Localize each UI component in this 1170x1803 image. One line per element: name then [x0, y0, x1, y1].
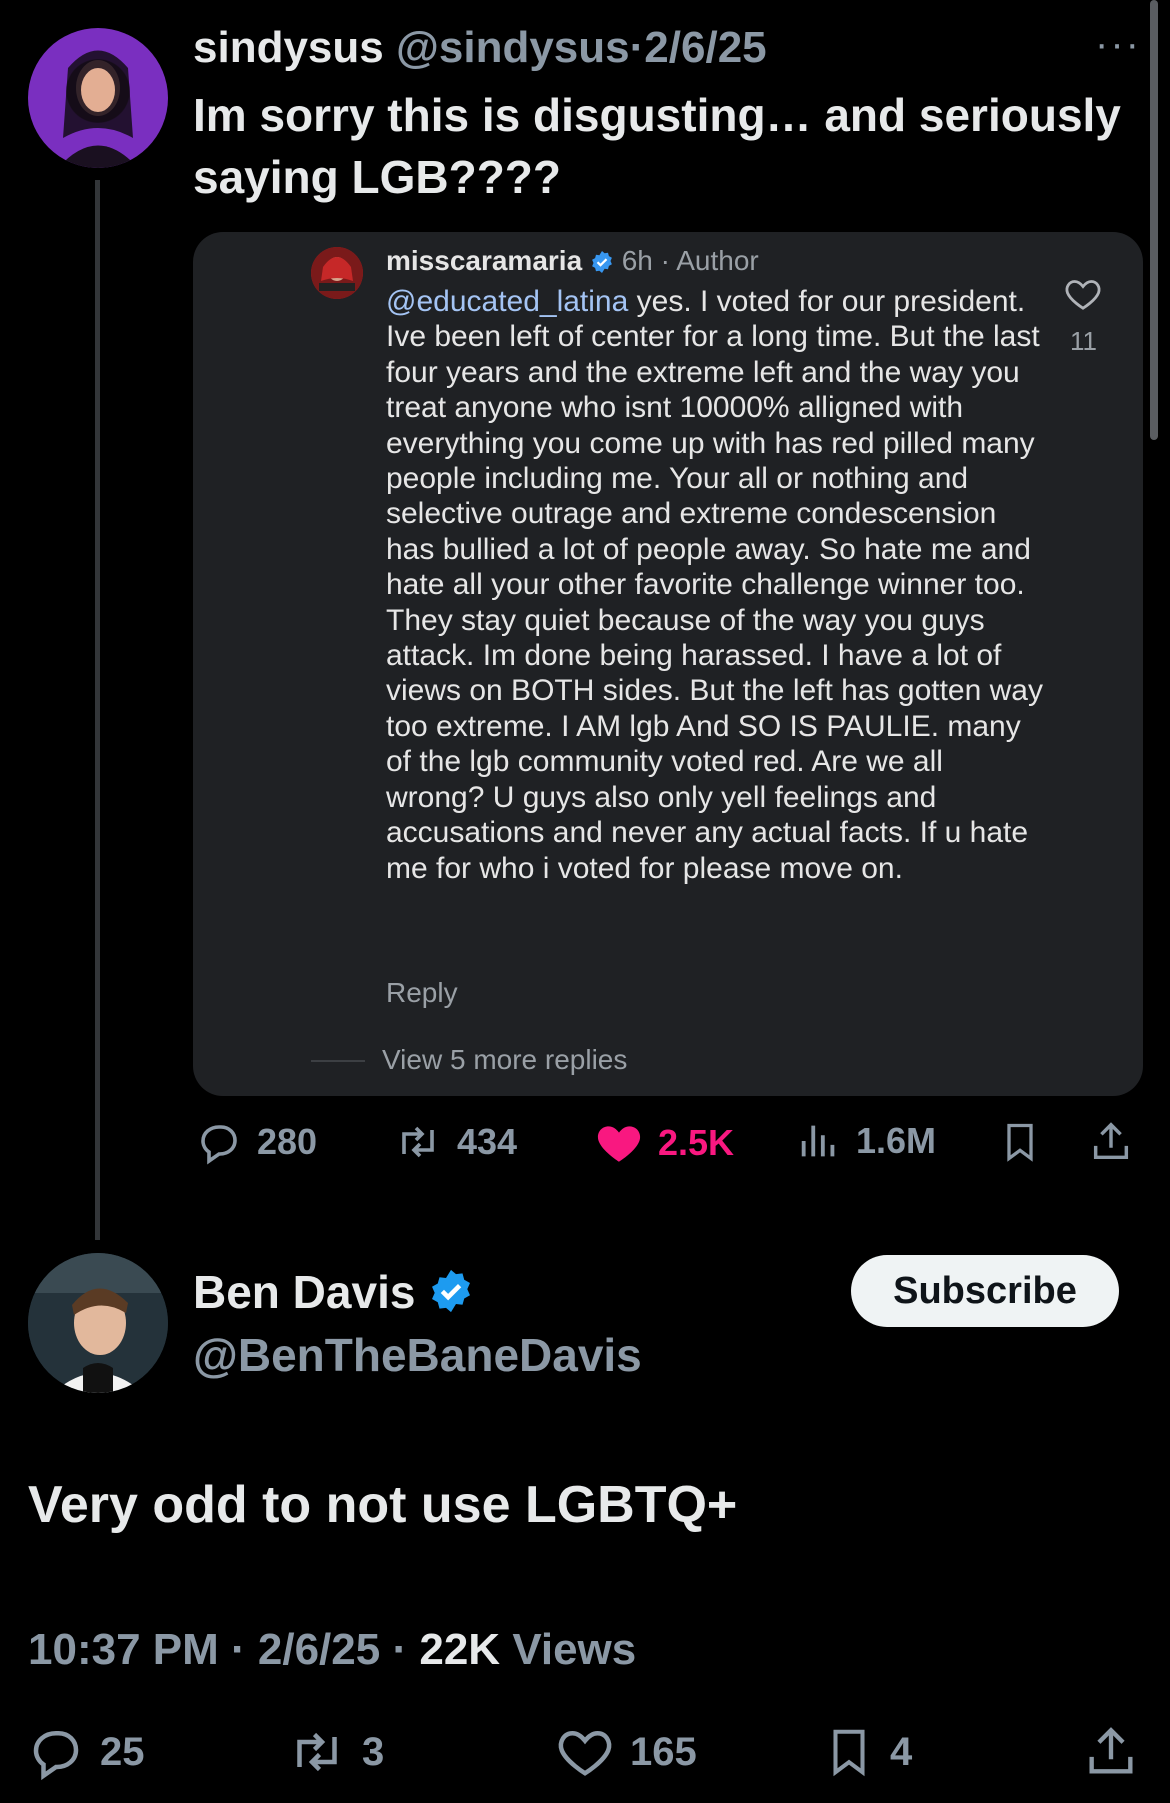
- tweet-date[interactable]: 2/6/25: [644, 23, 766, 72]
- reply-label: Reply: [386, 977, 458, 1008]
- bookmark-icon: [833, 1729, 865, 1777]
- tweet-text: Im sorry this is disgusting… and serious…: [193, 89, 1121, 203]
- reply-count: 25: [100, 1729, 145, 1774]
- comment-body: @educated_latina yes. I voted for our pr…: [386, 284, 1046, 886]
- bookmark-button[interactable]: [998, 1118, 1042, 1166]
- views-count: 22K: [419, 1625, 501, 1674]
- embedded-image[interactable]: misscaramaria 6h · Author @educated_lati…: [193, 232, 1143, 1096]
- more-options-icon[interactable]: ···: [1095, 22, 1141, 67]
- reply-button[interactable]: 280: [195, 1118, 317, 1166]
- reply-count: 280: [257, 1121, 318, 1162]
- like-count: 165: [630, 1729, 697, 1774]
- reply-icon: [201, 1125, 237, 1165]
- repost-icon: [297, 1732, 337, 1772]
- scrollbar[interactable]: [1150, 0, 1158, 440]
- comment-mention: @educated_latina: [386, 285, 629, 318]
- views-icon: [801, 1125, 835, 1157]
- verified-badge-icon: [432, 1269, 471, 1313]
- tweet-meta: 10:37 PM · 2/6/25 · 22K Views: [28, 1625, 636, 1675]
- repost-button[interactable]: 434: [393, 1118, 517, 1166]
- repost-count: 434: [457, 1121, 518, 1162]
- separator: ·: [392, 1625, 408, 1674]
- subscribe-button[interactable]: Subscribe: [851, 1255, 1119, 1327]
- views-label: Views: [512, 1625, 637, 1674]
- comment-time: 6h: [621, 245, 653, 276]
- share-button[interactable]: [1082, 1722, 1140, 1782]
- reply-button[interactable]: 25: [26, 1722, 145, 1782]
- handle[interactable]: @sindysus: [396, 23, 630, 72]
- heart-outline-icon: [558, 1730, 612, 1776]
- reply-icon: [33, 1731, 79, 1781]
- action-bar: 280 434 2.5K 1.6M: [0, 1118, 1170, 1176]
- author-handle[interactable]: @BenTheBaneDavis: [193, 1328, 642, 1382]
- role-separator: ·: [660, 245, 670, 276]
- view-more-replies: View 5 more replies: [382, 1044, 628, 1075]
- commenter-avatar: [311, 247, 363, 299]
- tweet-text: Very odd to not use LGBTQ+: [28, 1476, 738, 1534]
- like-button[interactable]: 2.5K: [594, 1118, 734, 1168]
- repost-icon: [402, 1126, 434, 1158]
- repost-button[interactable]: 3: [286, 1722, 384, 1782]
- bookmark-count: 4: [890, 1729, 913, 1774]
- display-name[interactable]: sindysus: [193, 23, 384, 72]
- views-button[interactable]: 1.6M: [796, 1118, 936, 1164]
- commenter-username: misscaramaria: [386, 245, 583, 276]
- like-button[interactable]: 165: [554, 1722, 697, 1782]
- divider: [311, 1060, 365, 1062]
- share-icon: [1089, 1727, 1133, 1774]
- tweet-header: sindysus @sindysus·2/6/25: [193, 22, 767, 74]
- commenter-header: misscaramaria 6h · Author: [386, 245, 759, 277]
- share-icon: [1093, 1122, 1129, 1160]
- verified-icon: [592, 251, 612, 273]
- avatar-ben-davis[interactable]: [28, 1253, 168, 1393]
- avatar-sindysus[interactable]: [28, 28, 168, 168]
- separator: ·: [629, 23, 645, 72]
- heart-outline-icon: [1065, 280, 1101, 310]
- action-bar-main: 25 3 165 4: [0, 1722, 1170, 1786]
- author-label: Author: [676, 245, 759, 276]
- bookmark-icon: [1007, 1123, 1033, 1162]
- views-count: 1.6M: [856, 1120, 937, 1161]
- thread-line: [95, 180, 100, 1240]
- display-name[interactable]: Ben Davis: [193, 1266, 415, 1318]
- author-header: Ben Davis: [193, 1265, 474, 1319]
- tweet-time[interactable]: 10:37 PM: [28, 1625, 219, 1674]
- repost-count: 3: [362, 1729, 385, 1774]
- like-count: 2.5K: [658, 1122, 735, 1163]
- share-button[interactable]: [1088, 1118, 1134, 1166]
- comment-text: yes. I voted for our president. Ive been…: [386, 285, 1043, 885]
- heart-filled-icon: [597, 1126, 641, 1162]
- tweet-date[interactable]: 2/6/25: [258, 1625, 380, 1674]
- bookmark-button[interactable]: 4: [822, 1722, 912, 1782]
- separator: ·: [231, 1625, 246, 1674]
- comment-like-count: 11: [1070, 326, 1097, 356]
